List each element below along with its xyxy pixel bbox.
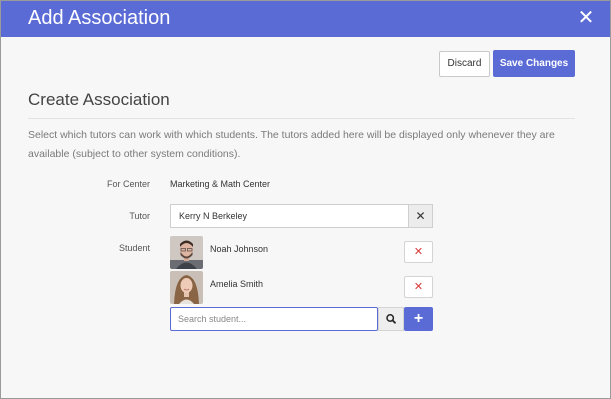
save-changes-button[interactable]: Save Changes: [493, 50, 575, 77]
tutor-label: Tutor: [129, 211, 150, 221]
discard-button[interactable]: Discard: [439, 51, 490, 77]
search-button[interactable]: [378, 307, 404, 331]
student-name: Amelia Smith: [210, 279, 264, 289]
section-title: Create Association: [28, 90, 170, 109]
section-description: Select which tutors can work with which …: [28, 129, 555, 160]
search-icon: [386, 314, 396, 324]
tutor-clear-icon[interactable]: ✕: [408, 204, 433, 228]
divider: [28, 118, 575, 119]
female-avatar: [170, 271, 203, 304]
male-avatar: [170, 236, 203, 269]
center-value: Marketing & Math Center: [170, 179, 271, 189]
remove-student-button[interactable]: ✕: [404, 276, 433, 298]
add-association-dialog: Add Association ✕ Discard Save Changes C…: [0, 0, 611, 399]
student-name: Noah Johnson: [210, 244, 269, 254]
close-icon[interactable]: ✕: [576, 7, 596, 29]
search-student-input[interactable]: [170, 307, 378, 331]
dialog-header: Add Association ✕: [1, 1, 610, 37]
dialog-title: Add Association: [28, 7, 171, 29]
center-label: For Center: [106, 179, 150, 189]
add-student-button[interactable]: +: [404, 307, 433, 331]
student-label: Student: [118, 243, 150, 253]
tutor-field[interactable]: Kerry N Berkeley: [170, 204, 409, 228]
remove-student-button[interactable]: ✕: [404, 241, 433, 263]
